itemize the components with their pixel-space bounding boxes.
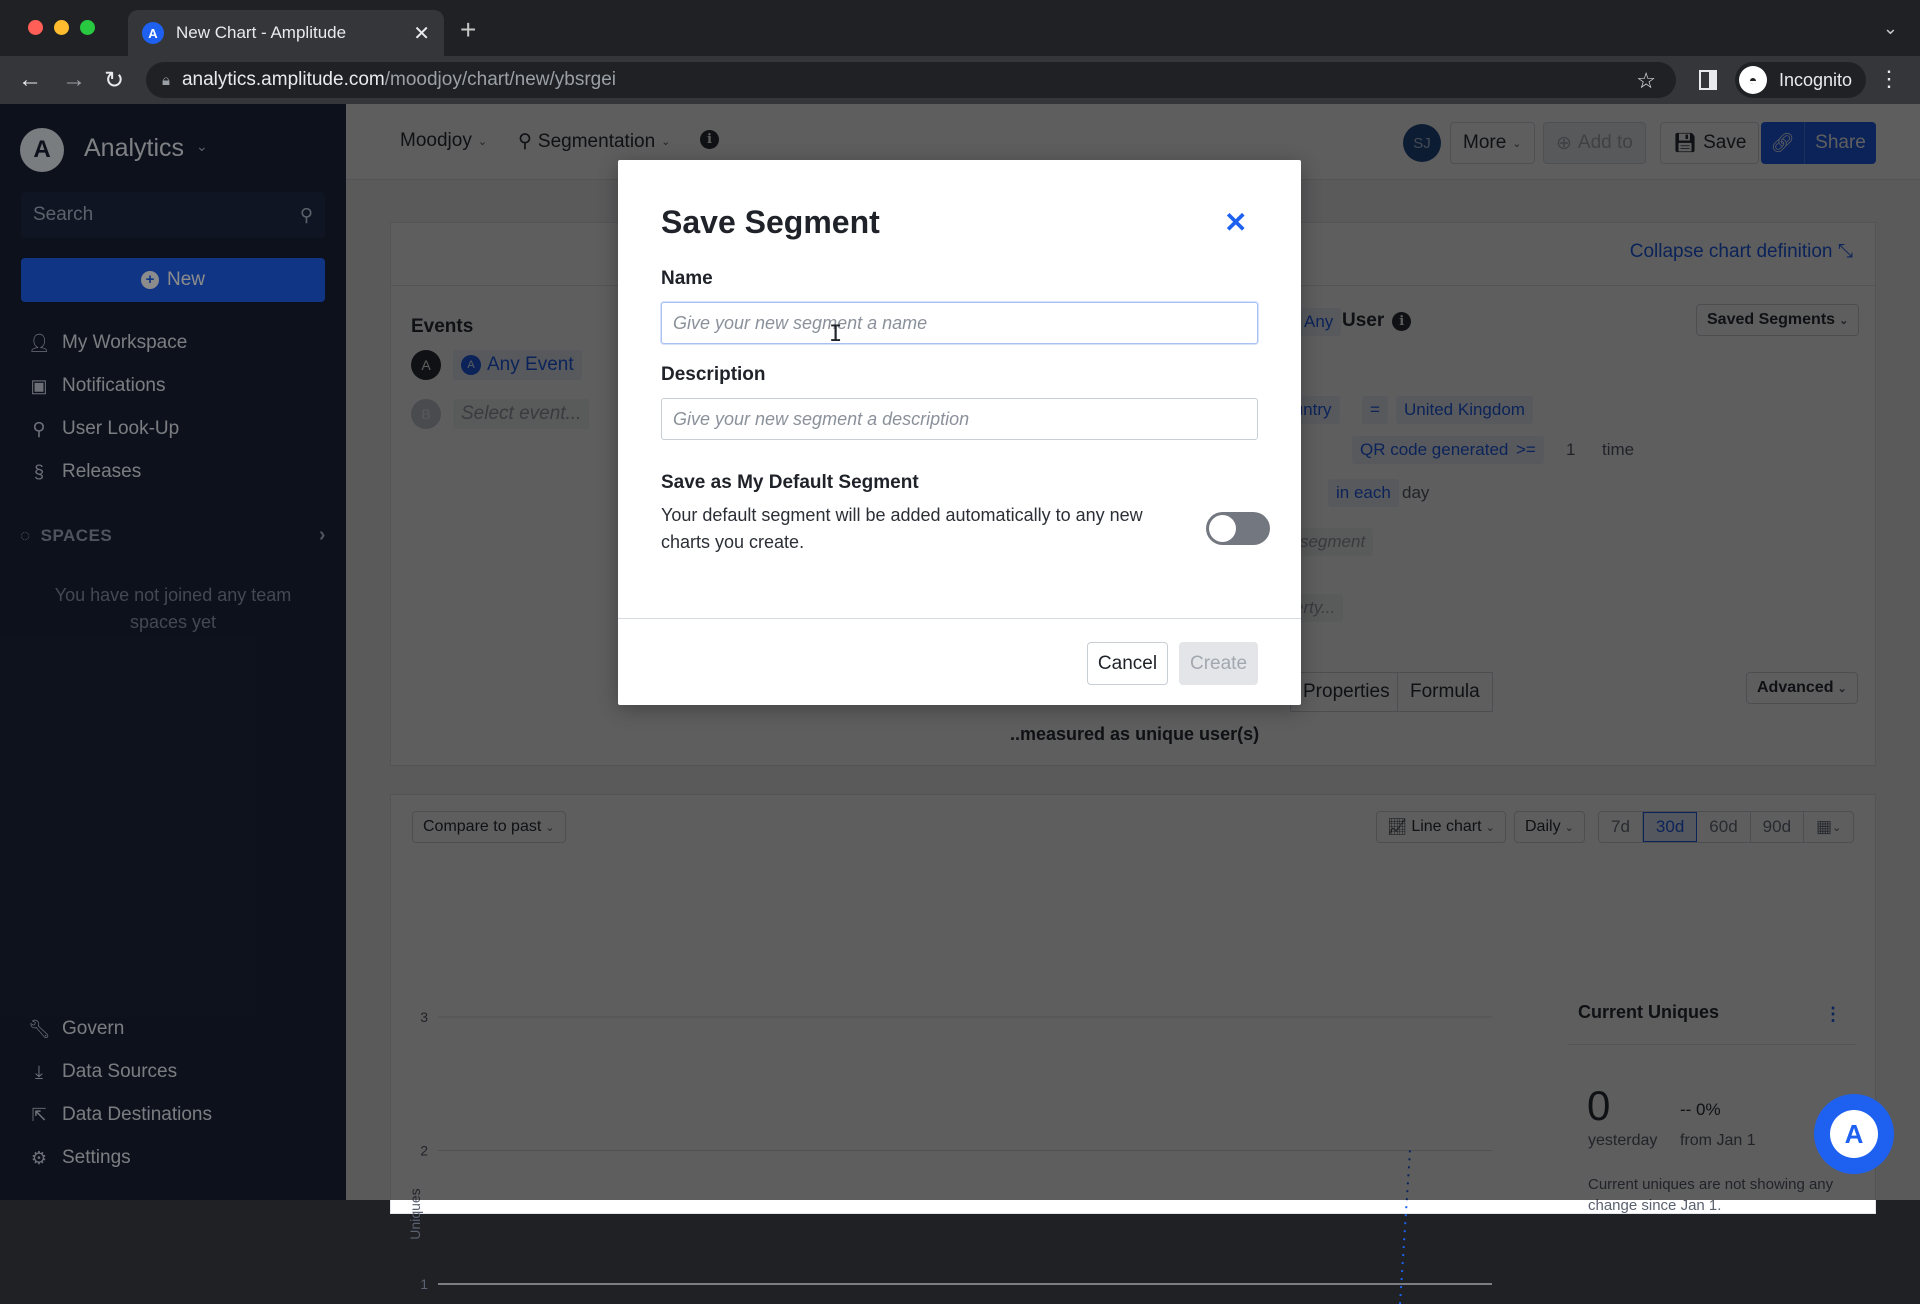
toggle-knob xyxy=(1209,515,1236,542)
back-arrow-icon[interactable]: ← xyxy=(18,66,42,94)
create-button[interactable]: Create xyxy=(1179,642,1258,685)
default-segment-description: Your default segment will be added autom… xyxy=(661,502,1181,556)
incognito-icon: ◓ xyxy=(1739,66,1767,94)
name-label: Name xyxy=(661,268,713,290)
close-window-button[interactable] xyxy=(28,20,43,35)
tab-title: New Chart - Amplitude xyxy=(176,23,413,43)
modal-footer-divider xyxy=(618,618,1301,619)
amplitude-favicon-icon: A xyxy=(142,22,164,44)
browser-tab[interactable]: A New Chart - Amplitude ✕ xyxy=(128,10,444,56)
url-bar[interactable]: 🔒︎ analytics.amplitude.com/moodjoy/chart… xyxy=(146,62,1676,98)
amplitude-help-button[interactable]: A xyxy=(1814,1094,1894,1174)
y-tick-label: 1 xyxy=(420,1276,428,1292)
amplitude-logo-icon: A xyxy=(1830,1110,1878,1158)
forward-arrow-icon[interactable]: → xyxy=(62,66,86,94)
tab-search-chevron-icon[interactable]: ⌄ xyxy=(1883,18,1898,39)
modal-title: Save Segment xyxy=(661,204,880,241)
reload-icon[interactable]: ↻ xyxy=(104,66,124,95)
url-host: analytics.amplitude.com xyxy=(182,69,385,91)
cancel-button[interactable]: Cancel xyxy=(1087,642,1168,685)
close-icon[interactable]: ✕ xyxy=(1224,206,1247,239)
segment-description-input[interactable] xyxy=(661,398,1258,440)
lock-icon: 🔒︎ xyxy=(162,72,170,89)
browser-tab-strip: A New Chart - Amplitude ✕ + ⌄ xyxy=(0,0,1920,56)
text-cursor-icon: I xyxy=(829,322,842,347)
new-tab-button[interactable]: + xyxy=(460,14,476,46)
incognito-profile[interactable]: ◓ Incognito xyxy=(1735,62,1866,98)
browser-menu-icon[interactable]: ⋮ xyxy=(1878,66,1900,92)
close-tab-icon[interactable]: ✕ xyxy=(413,21,430,46)
save-segment-modal: Save Segment ✕ Name Description Save as … xyxy=(618,160,1301,705)
modal-backdrop-sidebar xyxy=(0,104,346,1200)
url-path: /moodjoy/chart/new/ybsrgei xyxy=(385,69,616,91)
zoom-window-button[interactable] xyxy=(80,20,95,35)
address-bar-row: ← → ↻ 🔒︎ analytics.amplitude.com/moodjoy… xyxy=(0,56,1920,104)
description-label: Description xyxy=(661,364,766,386)
minimize-window-button[interactable] xyxy=(54,20,69,35)
default-segment-title: Save as My Default Segment xyxy=(661,472,919,494)
default-segment-toggle[interactable] xyxy=(1206,512,1270,545)
side-panel-icon[interactable] xyxy=(1699,70,1717,90)
incognito-label: Incognito xyxy=(1779,70,1852,91)
bookmark-star-icon[interactable]: ☆ xyxy=(1636,68,1656,94)
segment-name-input[interactable] xyxy=(661,302,1258,344)
